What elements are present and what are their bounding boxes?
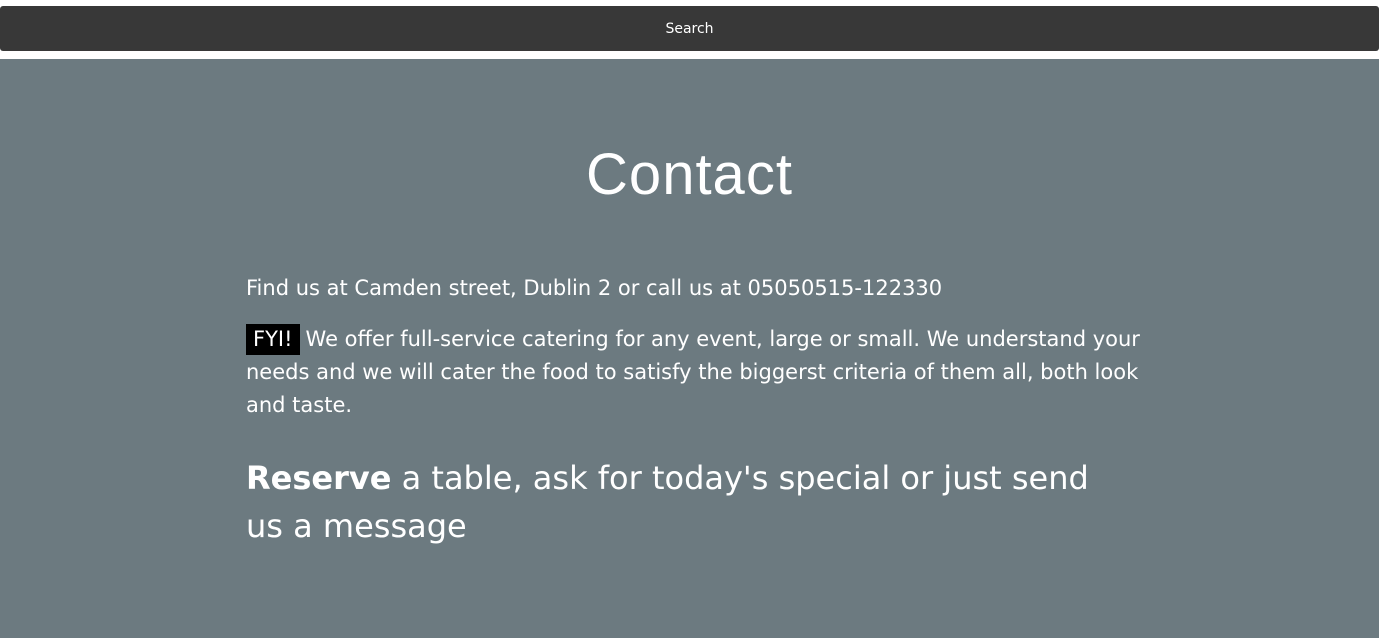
search-button[interactable]: Search [0, 6, 1379, 51]
contact-content: Find us at Camden street, Dublin 2 or ca… [246, 273, 1146, 550]
reserve-heading: Reserve a table, ask for today's special… [246, 454, 1126, 550]
search-label: Search [665, 20, 714, 37]
catering-paragraph: FYI! We offer full-service catering for a… [246, 323, 1146, 422]
contact-section: Contact Find us at Camden street, Dublin… [0, 59, 1379, 638]
fyi-tag: FYI! [246, 324, 300, 355]
reserve-bold-text: Reserve [246, 459, 392, 497]
catering-text: We offer full-service catering for any e… [246, 327, 1140, 417]
page-title: Contact [586, 142, 793, 207]
address-line: Find us at Camden street, Dublin 2 or ca… [246, 276, 943, 300]
